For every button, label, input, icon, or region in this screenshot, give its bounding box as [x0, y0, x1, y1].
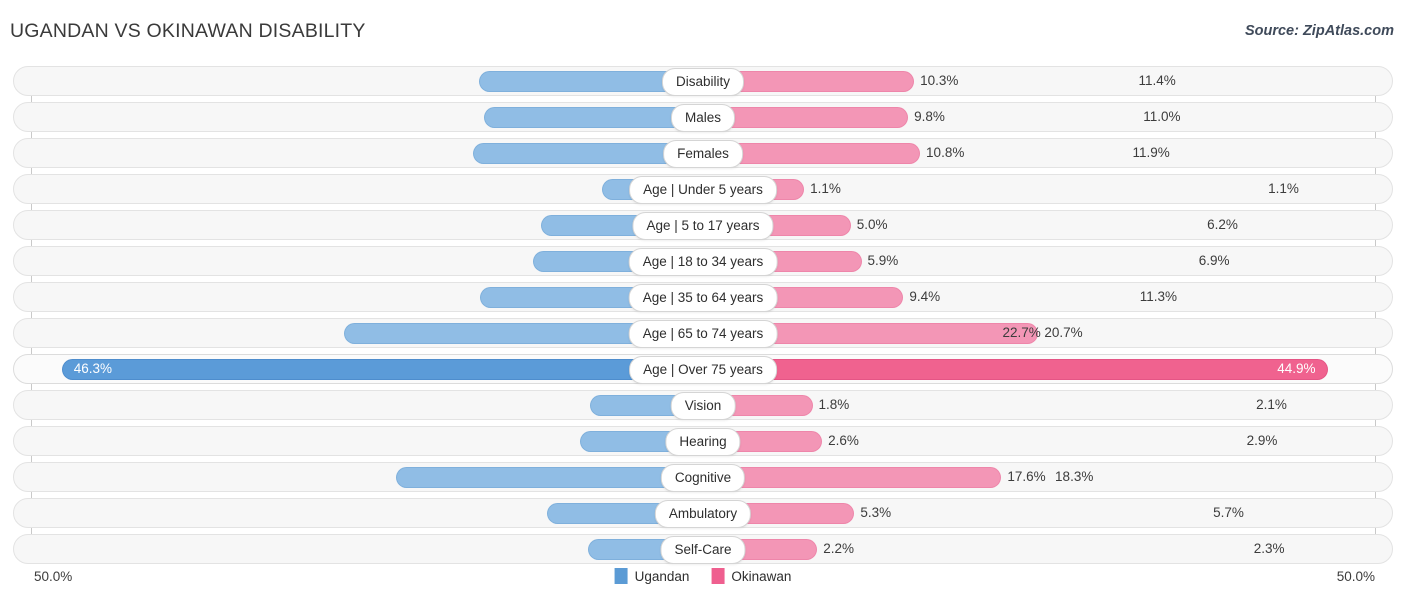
legend-item[interactable]: Ugandan [614, 568, 690, 584]
bar-row[interactable]: 11.3% 9.4% Age | 35 to 64 years [0, 282, 1406, 312]
value-label-okinawan: 10.3% [920, 73, 959, 88]
category-label[interactable]: Age | 65 to 74 years [628, 320, 778, 348]
category-label[interactable]: Ambulatory [654, 500, 752, 528]
value-label-ugandan: 1.1% [1268, 181, 1299, 196]
bar-row[interactable]: 11.9% 10.8% Females [0, 138, 1406, 168]
page-title: UGANDAN VS OKINAWAN DISABILITY [10, 20, 366, 42]
bar-rows: 11.4% 10.3% Disability 11.0% 9.8% Males 11.9% 1… [0, 66, 1406, 570]
value-label-ugandan: 22.7% [1002, 325, 1041, 340]
value-label-ugandan: 5.7% [1213, 505, 1244, 520]
legend-swatch-icon [711, 568, 725, 584]
value-label-ugandan: 46.3% [73, 361, 112, 376]
bar-okinawan[interactable] [703, 359, 1328, 380]
value-label-okinawan: 17.6% [1007, 469, 1046, 484]
source-attribution: Source: ZipAtlas.com [1244, 23, 1394, 39]
bar-row[interactable]: 2.1% 1.8% Vision [0, 390, 1406, 420]
chart-footer: 50.0% 50.0% Ugandan Okinawan [0, 562, 1406, 602]
value-label-ugandan: 11.9% [1132, 145, 1170, 160]
category-label[interactable]: Age | Over 75 years [629, 356, 777, 384]
axis-label-right: 50.0% [1336, 569, 1375, 584]
category-label[interactable]: Self-Care [660, 536, 746, 564]
value-label-okinawan: 9.8% [914, 109, 945, 124]
legend-item[interactable]: Okinawan [711, 568, 791, 584]
value-label-okinawan: 2.2% [823, 541, 855, 556]
value-label-okinawan: 1.8% [818, 397, 850, 412]
bar-row[interactable]: 46.3% 44.9% Age | Over 75 years [0, 354, 1406, 384]
value-label-okinawan: 44.9% [1277, 361, 1316, 376]
category-label[interactable]: Hearing [665, 428, 741, 456]
value-label-ugandan: 2.1% [1256, 397, 1287, 412]
value-label-okinawan: 1.1% [810, 181, 841, 196]
chart-plot-area: 11.4% 10.3% Disability 11.0% 9.8% Males 11.9% 1… [0, 62, 1406, 564]
value-label-ugandan: 11.0% [1143, 109, 1181, 124]
legend-label: Okinawan [731, 568, 792, 584]
bar-ugandan[interactable] [396, 467, 703, 488]
bar-row[interactable]: 6.2% 5.0% Age | 5 to 17 years [0, 210, 1406, 240]
bar-row[interactable]: 22.7% 20.7% Age | 65 to 74 years [0, 318, 1406, 348]
category-label[interactable]: Age | 5 to 17 years [632, 212, 774, 240]
bar-row[interactable]: 1.1% 1.1% Age | Under 5 years [0, 174, 1406, 204]
category-label[interactable]: Cognitive [660, 464, 746, 492]
category-label[interactable]: Age | 18 to 34 years [628, 248, 778, 276]
value-label-okinawan: 5.0% [856, 217, 888, 232]
legend-swatch-icon [614, 568, 628, 584]
value-label-ugandan: 2.3% [1253, 541, 1285, 556]
bar-row[interactable]: 5.7% 5.3% Ambulatory [0, 498, 1406, 528]
legend-label: Ugandan [634, 568, 690, 584]
axis-label-left: 50.0% [34, 569, 73, 584]
value-label-okinawan: 5.3% [860, 505, 892, 520]
value-label-ugandan: 2.9% [1246, 433, 1278, 448]
bar-row[interactable]: 11.4% 10.3% Disability [0, 66, 1406, 96]
bar-row[interactable]: 18.3% 17.6% Cognitive [0, 462, 1406, 492]
value-label-ugandan: 6.9% [1198, 253, 1230, 268]
value-label-okinawan: 10.8% [926, 145, 965, 160]
value-label-ugandan: 6.2% [1207, 217, 1238, 232]
chart-header: UGANDAN VS OKINAWAN DISABILITY Source: Z… [0, 0, 1406, 62]
value-label-okinawan: 2.6% [828, 433, 859, 448]
bar-row[interactable]: 2.9% 2.6% Hearing [0, 426, 1406, 456]
category-label[interactable]: Age | Under 5 years [629, 176, 777, 204]
category-label[interactable]: Males [670, 104, 736, 132]
value-label-okinawan: 20.7% [1044, 325, 1083, 340]
value-label-ugandan: 11.3% [1139, 289, 1177, 304]
bar-row[interactable]: 2.3% 2.2% Self-Care [0, 534, 1406, 564]
category-label[interactable]: Age | 35 to 64 years [628, 284, 778, 312]
category-label[interactable]: Disability [661, 68, 745, 96]
value-label-ugandan: 11.4% [1138, 73, 1176, 88]
category-label[interactable]: Females [663, 140, 743, 168]
category-label[interactable]: Vision [670, 392, 736, 420]
value-label-okinawan: 9.4% [909, 289, 941, 304]
chart-legend: Ugandan Okinawan [614, 568, 791, 584]
bar-row[interactable]: 11.0% 9.8% Males [0, 102, 1406, 132]
bar-row[interactable]: 6.9% 5.9% Age | 18 to 34 years [0, 246, 1406, 276]
bar-okinawan[interactable] [703, 467, 1002, 488]
value-label-okinawan: 5.9% [867, 253, 899, 268]
